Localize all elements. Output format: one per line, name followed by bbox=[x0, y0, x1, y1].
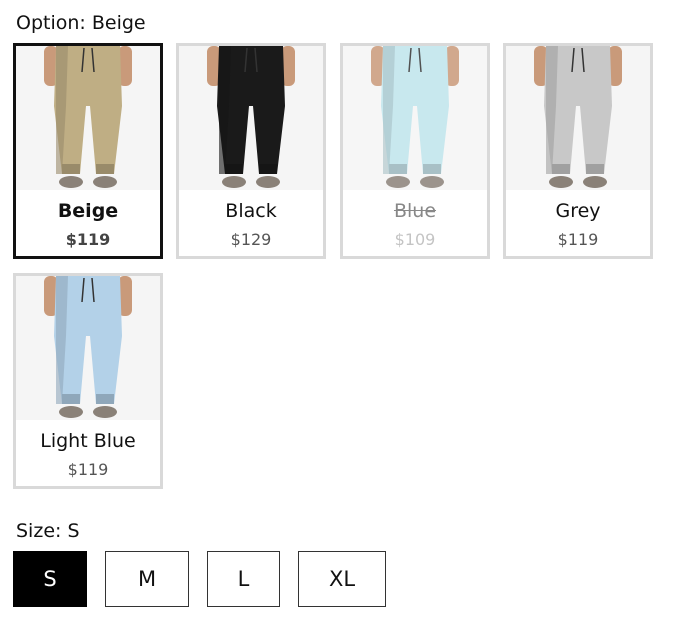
variant-name: Black bbox=[225, 200, 277, 222]
option-value: Beige bbox=[91, 12, 146, 34]
variant-name: Beige bbox=[57, 200, 119, 222]
variant-image-light-blue bbox=[16, 276, 160, 420]
variant-image-beige bbox=[16, 46, 160, 190]
variant-image-grey bbox=[506, 46, 650, 190]
variant-swatch-blue[interactable]: Blue $109 bbox=[340, 43, 490, 259]
variant-image-blue bbox=[343, 46, 487, 190]
variant-price: $119 bbox=[67, 460, 109, 479]
option-heading: Option: Beige bbox=[16, 11, 146, 35]
size-value: S bbox=[67, 520, 80, 542]
variant-price: $119 bbox=[65, 230, 111, 249]
variant-price: $109 bbox=[394, 230, 436, 249]
size-label: Size: bbox=[16, 520, 62, 542]
variant-swatch-black[interactable]: Black $129 bbox=[176, 43, 326, 259]
variant-price: $129 bbox=[230, 230, 272, 249]
size-heading: Size: S bbox=[16, 519, 80, 543]
variant-swatch-beige[interactable]: Beige $119 bbox=[13, 43, 163, 259]
variant-name: Light Blue bbox=[40, 430, 136, 452]
variant-swatch-grey[interactable]: Grey $119 bbox=[503, 43, 653, 259]
option-label: Option: bbox=[16, 12, 86, 34]
variant-swatch-light-blue[interactable]: Light Blue $119 bbox=[13, 273, 163, 489]
variant-image-black bbox=[179, 46, 323, 190]
variant-price: $119 bbox=[557, 230, 599, 249]
size-option-l[interactable]: L bbox=[207, 551, 280, 607]
size-option-xl[interactable]: XL bbox=[298, 551, 386, 607]
size-option-s[interactable]: S bbox=[13, 551, 87, 607]
size-option-m[interactable]: M bbox=[105, 551, 189, 607]
variant-name: Grey bbox=[555, 200, 601, 222]
variant-name: Blue bbox=[393, 200, 437, 222]
